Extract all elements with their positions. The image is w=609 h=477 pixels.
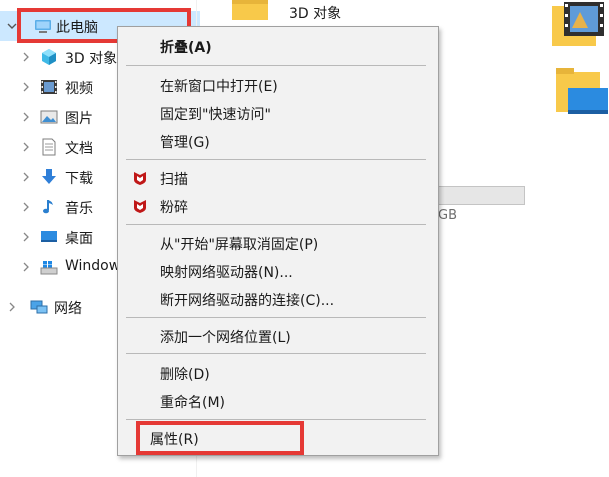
- chevron-right-icon[interactable]: [20, 200, 32, 214]
- tree-item-label: 视频: [65, 81, 93, 97]
- pc-icon: [35, 20, 51, 33]
- menu-separator: [126, 353, 426, 354]
- desktop-icon: [41, 231, 57, 242]
- downloads-icon: [42, 169, 56, 184]
- chevron-down-icon[interactable]: [6, 19, 18, 33]
- menu-item-unpin-start[interactable]: 从"开始"屏幕取消固定(P): [118, 230, 438, 256]
- menu-separator: [126, 159, 426, 160]
- menu-separator: [126, 224, 426, 225]
- windows-drive-icon: [40, 261, 58, 275]
- drive-usage-bar: [437, 186, 525, 205]
- context-menu: 折叠(A) 在新窗口中打开(E) 固定到"快速访问" 管理(G) 扫描 粉碎 从…: [117, 26, 439, 456]
- tree-item-label: 图片: [65, 111, 93, 127]
- menu-item-add-network-location[interactable]: 添加一个网络位置(L): [118, 323, 438, 349]
- chevron-right-icon[interactable]: [20, 260, 32, 274]
- tree-item-label: 网络: [54, 301, 82, 317]
- chevron-right-icon[interactable]: [20, 230, 32, 244]
- chevron-right-icon[interactable]: [6, 300, 18, 314]
- menu-item-scan[interactable]: 扫描: [118, 165, 438, 191]
- menu-separator: [126, 317, 426, 318]
- chevron-right-icon[interactable]: [20, 140, 32, 154]
- menu-item-properties[interactable]: 属性(R): [118, 425, 438, 451]
- tree-item-label: 文档: [65, 141, 93, 157]
- tree-item-label: Window: [65, 258, 121, 274]
- tree-item-label: 音乐: [65, 201, 93, 217]
- menu-item-disconnect-network-drive[interactable]: 断开网络驱动器的连接(C)...: [118, 286, 438, 312]
- menu-separator: [126, 65, 426, 66]
- menu-item-manage[interactable]: 管理(G): [118, 128, 438, 154]
- folder-label[interactable]: 3D 对象: [289, 3, 341, 23]
- folder-icon[interactable]: [232, 0, 268, 20]
- desktop-folder-icon[interactable]: [556, 66, 608, 118]
- chevron-right-icon[interactable]: [20, 170, 32, 184]
- menu-separator: [126, 419, 426, 420]
- documents-icon: [42, 138, 56, 156]
- video-icon: [41, 80, 57, 94]
- music-icon: [43, 200, 53, 214]
- menu-item-pin-quick-access[interactable]: 固定到"快速访问": [118, 100, 438, 126]
- menu-item-map-network-drive[interactable]: 映射网络驱动器(N)...: [118, 258, 438, 284]
- menu-item-collapse[interactable]: 折叠(A): [118, 33, 438, 59]
- chevron-right-icon[interactable]: [20, 110, 32, 124]
- network-icon: [30, 300, 48, 314]
- tree-item-label: 下载: [65, 171, 93, 187]
- tree-item-label: 3D 对象: [65, 51, 118, 67]
- menu-item-rename[interactable]: 重命名(M): [118, 388, 438, 414]
- mcafee-shield-icon: [134, 200, 146, 213]
- tree-item-label: 此电脑: [56, 20, 98, 36]
- pictures-icon: [40, 110, 58, 124]
- drive-size-text: GB: [438, 208, 457, 223]
- 3d-objects-icon: [42, 49, 56, 65]
- videos-folder-icon[interactable]: [550, 0, 608, 50]
- menu-item-open-new-window[interactable]: 在新窗口中打开(E): [118, 72, 438, 98]
- chevron-right-icon[interactable]: [20, 50, 32, 64]
- chevron-right-icon[interactable]: [20, 80, 32, 94]
- mcafee-shield-icon: [134, 172, 146, 185]
- menu-item-delete[interactable]: 删除(D): [118, 360, 438, 386]
- tree-item-label: 桌面: [65, 231, 93, 247]
- menu-item-shred[interactable]: 粉碎: [118, 193, 438, 219]
